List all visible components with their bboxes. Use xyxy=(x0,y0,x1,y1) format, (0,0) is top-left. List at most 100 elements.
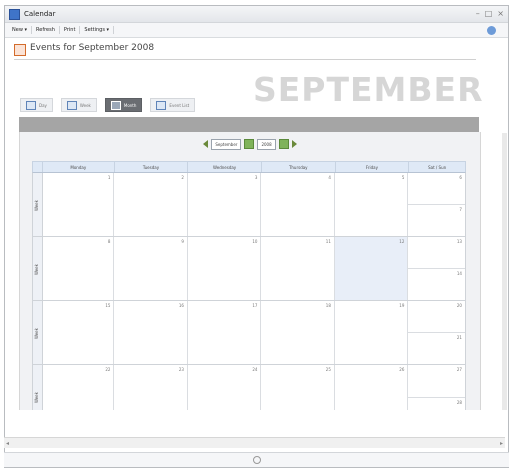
week-label[interactable]: Week xyxy=(33,237,43,300)
tab-label: Week xyxy=(79,102,91,108)
day-number: 13 xyxy=(456,239,462,244)
year-dropdown-icon[interactable] xyxy=(278,139,289,149)
sunday-cell[interactable]: 14 xyxy=(408,269,465,300)
year-select[interactable]: 2008 xyxy=(257,138,276,150)
day-number: 18 xyxy=(325,303,331,308)
day-header: Tuesday xyxy=(113,162,188,172)
day-cell[interactable]: 4 xyxy=(261,173,335,236)
day-cell[interactable]: 5 xyxy=(335,173,409,236)
week-row: Week 8 9 10 11 12 13 14 xyxy=(33,237,465,301)
day-number: 15 xyxy=(105,303,111,308)
weekend-cell: 13 14 xyxy=(408,237,465,300)
day-cell[interactable]: 24 xyxy=(188,365,262,410)
day-header: Sat / Sun xyxy=(408,162,465,172)
scroll-left-icon[interactable]: ◂ xyxy=(4,440,11,447)
day-number: 24 xyxy=(252,367,258,372)
day-number: 22 xyxy=(105,367,111,372)
day-cell[interactable]: 15 xyxy=(43,301,115,364)
day-cell[interactable]: 22 xyxy=(43,365,115,410)
day-cell[interactable]: 9 xyxy=(114,237,188,300)
vertical-scrollbar[interactable] xyxy=(502,133,507,410)
day-cell[interactable]: 25 xyxy=(261,365,335,410)
day-cell[interactable]: 17 xyxy=(188,301,262,364)
header-divider xyxy=(14,59,476,60)
day-number: 2 xyxy=(181,175,184,180)
new-button[interactable]: New ▾ xyxy=(8,26,33,34)
day-cell[interactable]: 1 xyxy=(43,173,115,236)
month-select[interactable]: September xyxy=(211,138,242,150)
day-header: Monday xyxy=(41,162,114,172)
week-row: Week 22 23 24 25 26 27 28 xyxy=(33,365,465,410)
day-number: 10 xyxy=(252,239,258,244)
day-number: 21 xyxy=(456,335,462,340)
tab-week[interactable]: Week xyxy=(60,98,97,112)
scroll-right-icon[interactable]: ▸ xyxy=(498,440,505,447)
tab-label: Month xyxy=(123,102,137,108)
saturday-cell[interactable]: 13 xyxy=(408,237,465,269)
next-month-icon[interactable] xyxy=(291,140,297,148)
saturday-cell[interactable]: 27 xyxy=(408,365,465,398)
day-number: 4 xyxy=(328,175,331,180)
day-cell[interactable]: 23 xyxy=(114,365,188,410)
saturday-cell[interactable]: 20 xyxy=(408,301,465,333)
sunday-cell[interactable]: 21 xyxy=(408,333,465,364)
month-grid: Monday Tuesday Wednesday Thursday Friday… xyxy=(32,161,466,410)
day-cell[interactable]: 19 xyxy=(335,301,409,364)
day-number: 27 xyxy=(456,367,462,372)
print-button[interactable]: Print xyxy=(60,26,81,34)
day-cell[interactable]: 8 xyxy=(43,237,115,300)
day-number: 3 xyxy=(254,175,258,180)
day-number: 6 xyxy=(459,175,462,180)
day-cell[interactable]: 11 xyxy=(261,237,335,300)
settings-button[interactable]: Settings ▾ xyxy=(80,26,115,34)
tab-label: Event List xyxy=(169,102,190,108)
refresh-button[interactable]: Refresh xyxy=(32,26,60,34)
tab-month[interactable]: Month xyxy=(104,98,143,112)
day-number: 7 xyxy=(459,207,462,212)
month-view: September 2008 Monday Tuesday Wednesday … xyxy=(19,132,481,410)
day-cell[interactable]: 18 xyxy=(261,301,335,364)
day-number: 14 xyxy=(456,271,462,276)
day-number: 1 xyxy=(107,175,111,180)
day-cell[interactable]: 10 xyxy=(188,237,262,300)
week-label[interactable]: Week xyxy=(33,365,43,410)
calendar-header-bar xyxy=(19,117,479,132)
minimize-icon[interactable]: – xyxy=(476,10,480,18)
day-cell[interactable]: 3 xyxy=(188,173,262,236)
weekend-cell: 20 21 xyxy=(408,301,465,364)
day-header: Wednesday xyxy=(187,162,261,172)
day-number: 19 xyxy=(399,303,405,308)
tab-day[interactable]: Day xyxy=(20,98,53,112)
day-header: Thursday xyxy=(260,162,335,172)
day-number: 12 xyxy=(399,239,405,244)
saturday-cell[interactable]: 6 xyxy=(408,173,465,205)
week-row: Week 15 16 17 18 19 20 21 xyxy=(33,301,465,365)
calendar-app-icon xyxy=(9,8,20,20)
week-label[interactable]: Week xyxy=(33,301,43,364)
month-dropdown-icon[interactable] xyxy=(244,139,255,149)
horizontal-scrollbar[interactable]: ◂ ▸ xyxy=(4,437,505,448)
weekend-cell: 6 7 xyxy=(408,173,465,236)
help-icon[interactable] xyxy=(487,25,496,35)
tab-event-list[interactable]: Event List xyxy=(150,98,196,112)
day-cell-today[interactable]: 12 xyxy=(334,237,409,300)
day-header-row: Monday Tuesday Wednesday Thursday Friday… xyxy=(32,161,466,172)
day-number: 16 xyxy=(178,303,184,308)
day-number: 20 xyxy=(456,303,462,308)
week-label[interactable]: Week xyxy=(33,173,43,236)
day-number: 5 xyxy=(401,175,405,180)
maximize-icon[interactable]: □ xyxy=(485,10,493,18)
page-title: Events for September 2008 xyxy=(30,43,155,53)
day-cell[interactable]: 2 xyxy=(114,173,188,236)
sunday-cell[interactable]: 28 xyxy=(408,398,465,411)
status-bar xyxy=(4,452,509,467)
close-icon[interactable]: × xyxy=(497,10,504,18)
month-navigator: September 2008 xyxy=(20,138,480,150)
month-banner: SEPTEMBER xyxy=(253,70,484,109)
day-cell[interactable]: 16 xyxy=(114,301,188,364)
day-cell[interactable]: 26 xyxy=(335,365,409,410)
sunday-cell[interactable]: 7 xyxy=(408,205,465,236)
previous-month-icon[interactable] xyxy=(203,140,209,148)
day-number: 11 xyxy=(325,239,331,244)
tab-label: Day xyxy=(39,102,47,108)
